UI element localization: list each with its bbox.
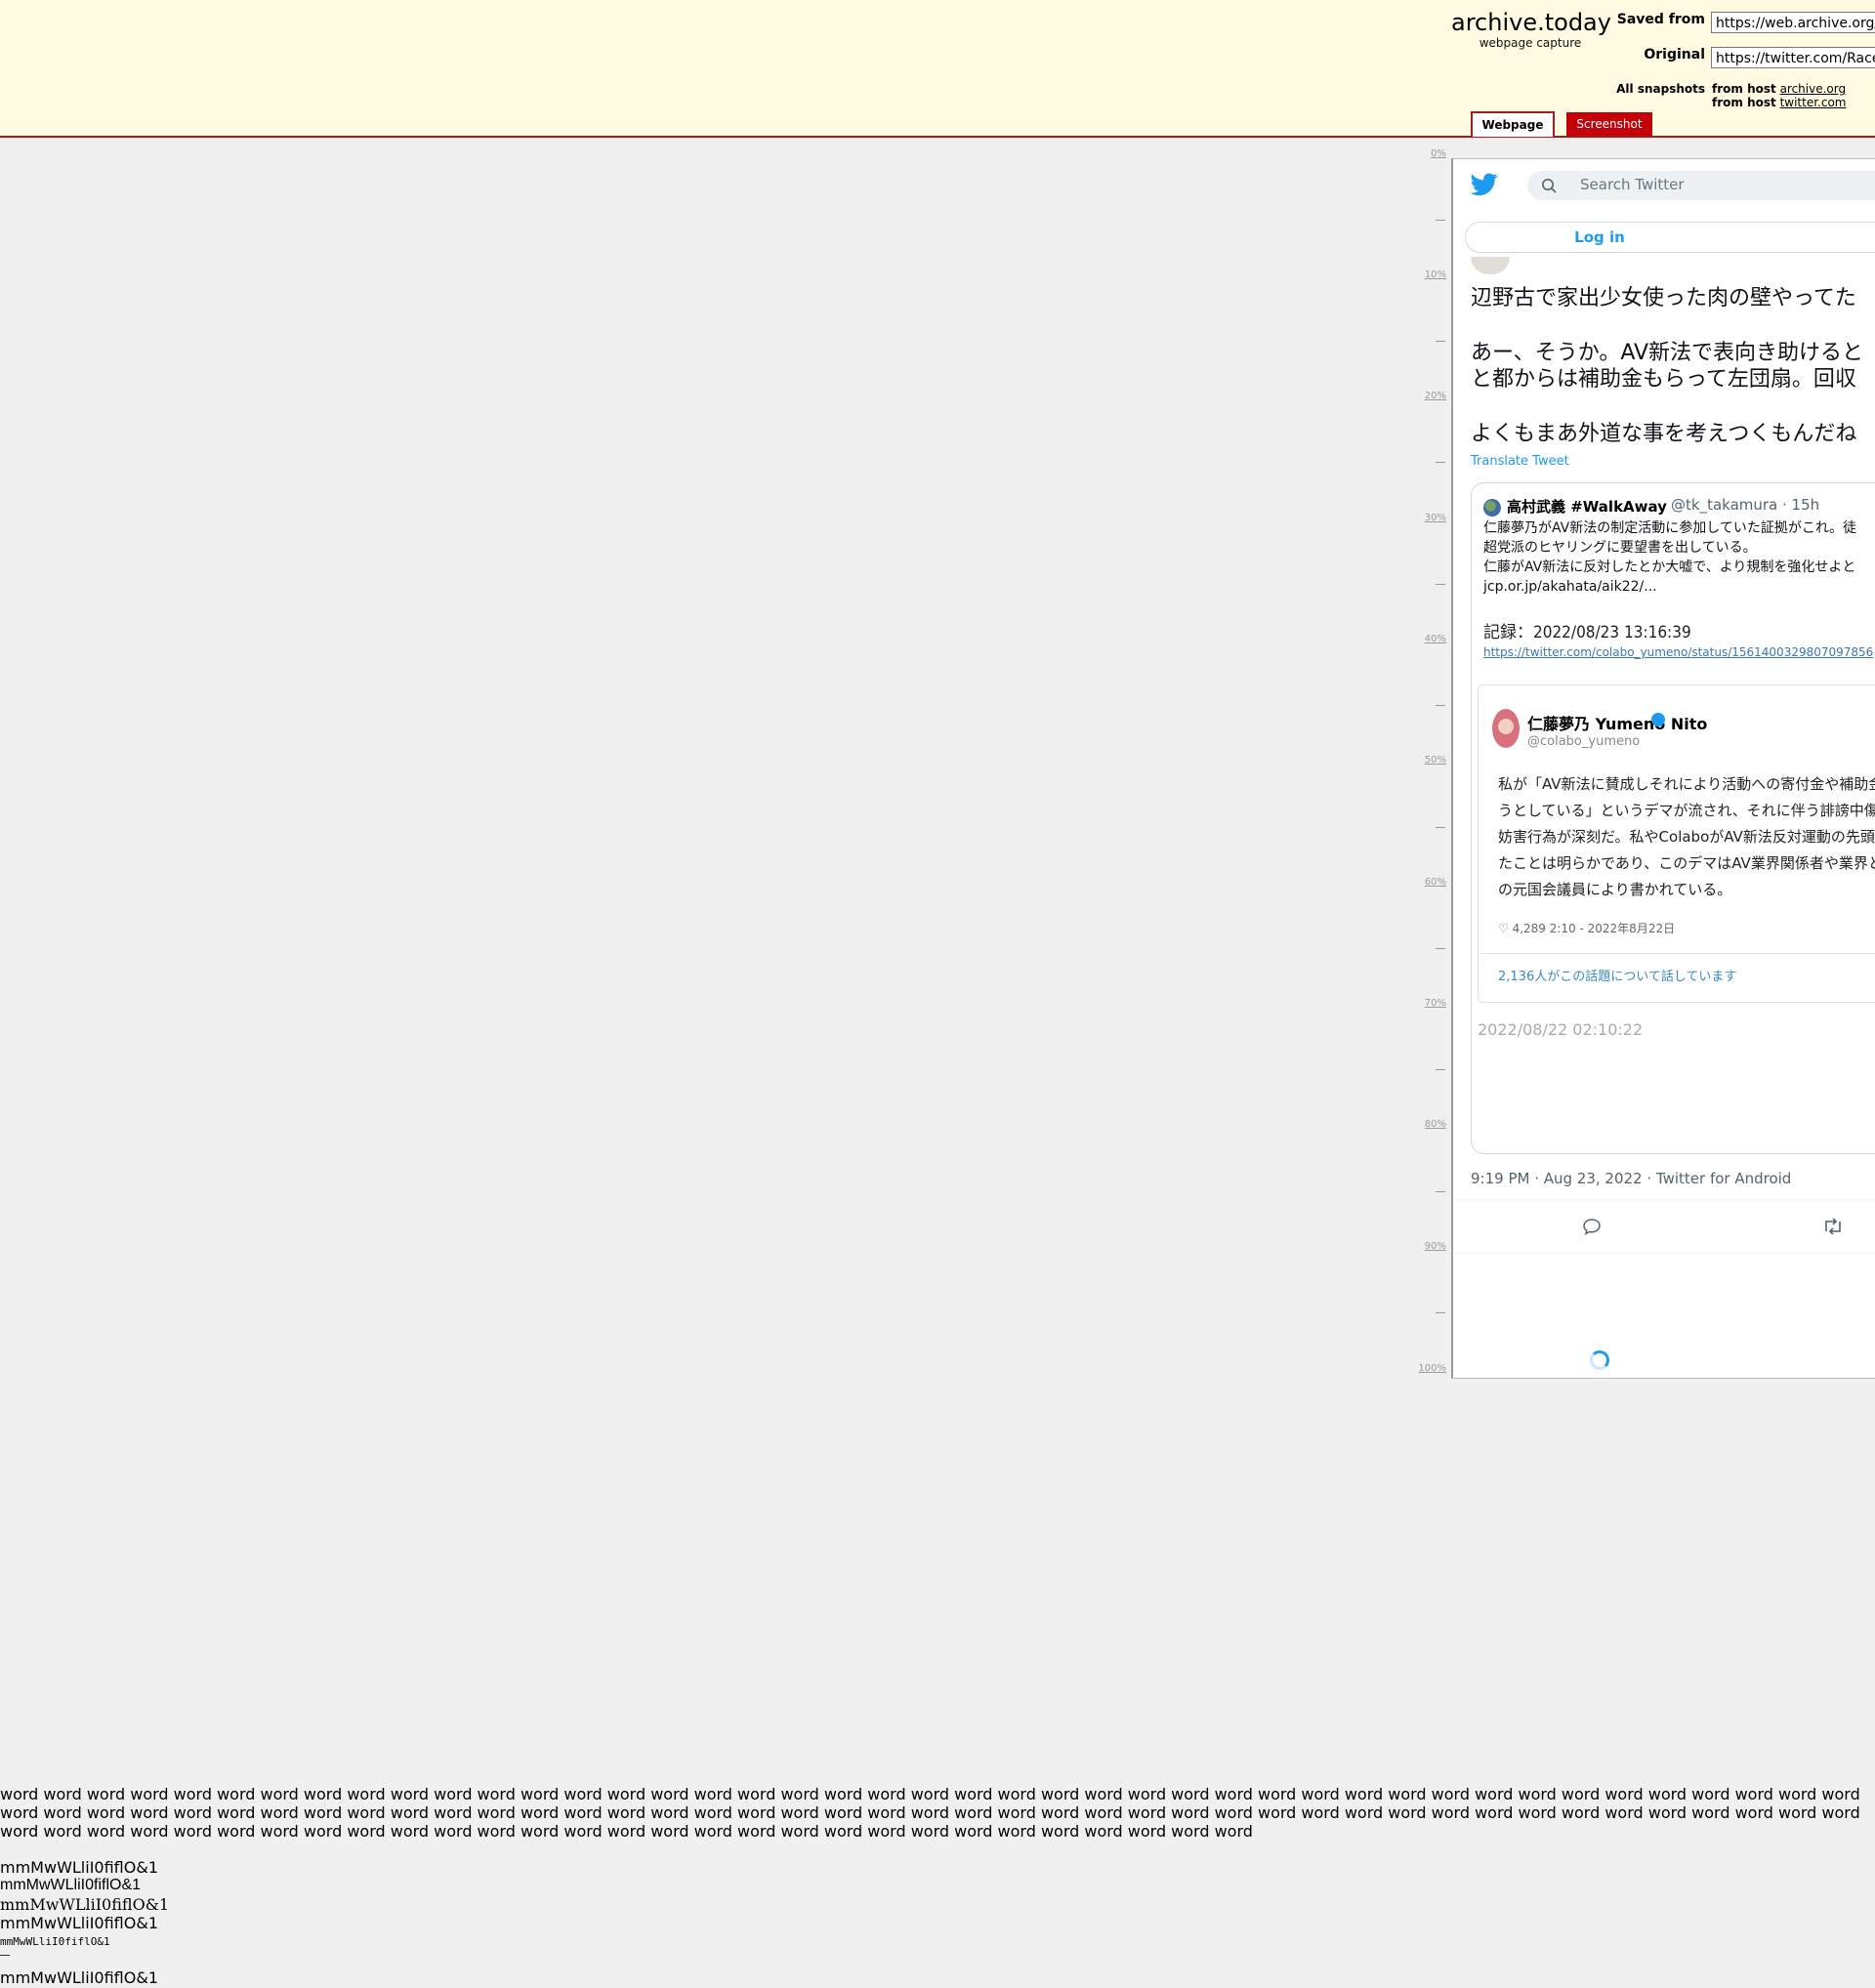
original-field[interactable]: https://twitter.com/RacerX [1711, 47, 1875, 68]
ruler-tick [1436, 705, 1445, 706]
font-sample: mmMwWLliI0fiflO&1 [0, 1895, 170, 1914]
translate-tweet-link[interactable]: Translate Tweet [1471, 454, 1569, 469]
host-link-archive[interactable]: archive.org [1780, 82, 1847, 96]
quoted-tweet-card[interactable]: 高村武義 #WalkAway @tk_takamura · 15h 仁藤夢乃がA… [1471, 482, 1875, 1154]
ruler-label[interactable]: 40% [1407, 634, 1446, 644]
brand-subtitle: webpage capture [1479, 36, 1582, 50]
author-avatar[interactable] [1471, 257, 1510, 274]
ruler-tick [1436, 220, 1445, 221]
ruler-tick [1436, 341, 1445, 342]
tab-screenshot[interactable]: Screenshot [1566, 112, 1652, 136]
embedded-author-avatar [1492, 709, 1520, 748]
font-sample-rule [0, 1955, 10, 1956]
embedded-tweet-screenshot: 仁藤夢乃 Yumeno Nito @colabo_yumeno 私が「AV新法に… [1478, 684, 1875, 1003]
ruler-tick [1436, 1191, 1445, 1192]
loading-spinner-icon [1590, 1350, 1609, 1370]
divider [1479, 953, 1875, 954]
twitter-bird-icon[interactable] [1471, 173, 1498, 196]
font-sample: mmMwWLliI0fiflO&1 [0, 1968, 158, 1987]
search-placeholder: Search Twitter [1580, 176, 1685, 193]
snapshot-host-archive: from host archive.org [1712, 82, 1846, 96]
original-label: Original [1644, 47, 1705, 62]
divider [1453, 1199, 1875, 1200]
snapshot-host-twitter: from host twitter.com [1712, 96, 1846, 109]
ruler-label[interactable]: 0% [1407, 148, 1446, 159]
image-capture-date: 2022/08/22 02:10:22 [1478, 1020, 1644, 1039]
ruler-label[interactable]: 100% [1407, 1363, 1446, 1374]
font-sample: mmMwWLliI0fiflO&1 [0, 1858, 158, 1877]
embedded-text-line: たことは明らかであり、このデマはAV業界関係者や業界と近しい立憲 [1498, 854, 1875, 872]
quote-author-handle: @tk_takamura · 15h [1671, 496, 1820, 514]
font-sample: mmMwWLliI0fiflO&1 [0, 1914, 158, 1932]
login-button[interactable]: Log in [1465, 222, 1875, 253]
from-host-label: from host [1712, 96, 1776, 109]
ruler-label[interactable]: 70% [1407, 998, 1446, 1009]
embedded-tweet-meta: ♡ 4,289 2:10 - 2022年8月22日 [1498, 922, 1676, 935]
login-label: Log in [1574, 228, 1625, 246]
quote-attached-image[interactable]: 記録：2022/08/23 13:16:39 https://twitter.c… [1472, 612, 1875, 1151]
quote-text-line: 超党派のヒヤリングに要望書を出している。 [1483, 540, 1757, 556]
embedded-author-handle: @colabo_yumeno [1527, 734, 1641, 749]
embedded-text-line: 妨害行為が深刻だ。私やColaboがAV新法反対運動の先頭で活動してい [1498, 828, 1875, 846]
embedded-text-line: うとしている」というデマが流され、それに伴う誹謗中傷や活動への [1498, 802, 1875, 819]
retweet-icon[interactable] [1822, 1218, 1844, 1235]
ruler-label[interactable]: 30% [1407, 513, 1446, 523]
ruler-label[interactable]: 20% [1407, 391, 1446, 401]
host-link-twitter[interactable]: twitter.com [1780, 96, 1847, 109]
ruler-tick [1436, 1069, 1445, 1070]
saved-from-field[interactable]: https://web.archive.org/web/20220823 [1711, 12, 1875, 33]
divider [1453, 1253, 1875, 1254]
search-input[interactable]: Search Twitter [1527, 171, 1875, 200]
ruler-label[interactable]: 50% [1407, 755, 1446, 766]
embedded-text-line: の元国会議員により書かれている。 [1498, 881, 1732, 898]
font-sample: mmMwWLliI0fiflO&1 [0, 1935, 110, 1948]
ruler-tick [1436, 827, 1445, 828]
tab-webpage[interactable]: Webpage [1471, 111, 1555, 137]
quote-text-line: 仁藤がAV新法に反対したとか大嘘で、より規制を強化せよと [1483, 559, 1856, 575]
quote-author-name: 高村武義 #WalkAway [1507, 498, 1667, 516]
saved-from-label: Saved from [1616, 12, 1705, 27]
ruler-label[interactable]: 10% [1407, 269, 1446, 280]
reply-icon[interactable] [1582, 1218, 1602, 1235]
tweet-text-line: 辺野古で家出少女使った肉の壁やってた [1471, 286, 1856, 311]
quote-text-line: jcp.or.jp/akahata/aik22/... [1483, 579, 1657, 595]
image-record-label: 記録：2022/08/23 13:16:39 [1483, 623, 1691, 642]
from-host-label: from host [1712, 82, 1776, 96]
quote-text-line: 仁藤夢乃がAV新法の制定活動に参加していた証拠がこれ。徒 [1483, 520, 1856, 536]
brand-title[interactable]: archive.today [1451, 9, 1611, 36]
captured-webpage-frame: Search Twitter Log in 辺野古で家出少女使った肉の壁やってた… [1451, 158, 1875, 1379]
ruler-tick [1436, 584, 1445, 585]
ruler-tick [1436, 1312, 1445, 1313]
ruler-tick [1436, 462, 1445, 463]
font-test-words: word word word word word word word word … [0, 1785, 1860, 1841]
font-sample: mmMwWLliI0fiflO&1 [0, 1877, 142, 1893]
verified-badge-icon [1651, 713, 1665, 726]
ruler-tick [1436, 948, 1445, 949]
archive-header: archive.today webpage capture Saved from… [0, 0, 1875, 138]
archive-brand[interactable]: archive.today webpage capture [1451, 9, 1611, 50]
embedded-text-line: 私が「AV新法に賛成しそれにより活動への寄付金や補助金を獲得しよ [1498, 775, 1875, 793]
image-record-link: https://twitter.com/colabo_yumeno/status… [1483, 645, 1874, 659]
tweet-text-line: と都からは補助金もらって左団扇。回収 [1471, 367, 1856, 392]
search-icon [1542, 179, 1557, 193]
tweet-text-line: あー、そうか。AV新法で表向き助けると [1471, 341, 1864, 365]
ruler-label[interactable]: 80% [1407, 1119, 1446, 1130]
embedded-talk-count: 2,136人がこの話題について話しています [1498, 970, 1737, 984]
quote-author-avatar [1483, 499, 1501, 517]
tweet-text-line: よくもまあ外道な事を考えつくもんだね [1471, 422, 1857, 446]
tweet-timestamp[interactable]: 9:19 PM · Aug 23, 2022 · Twitter for And… [1471, 1170, 1791, 1187]
all-snapshots-label: All snapshots [1616, 82, 1705, 96]
ruler-label[interactable]: 60% [1407, 877, 1446, 888]
embedded-author-name: 仁藤夢乃 Yumeno Nito [1527, 715, 1708, 733]
ruler-label[interactable]: 90% [1407, 1241, 1446, 1252]
